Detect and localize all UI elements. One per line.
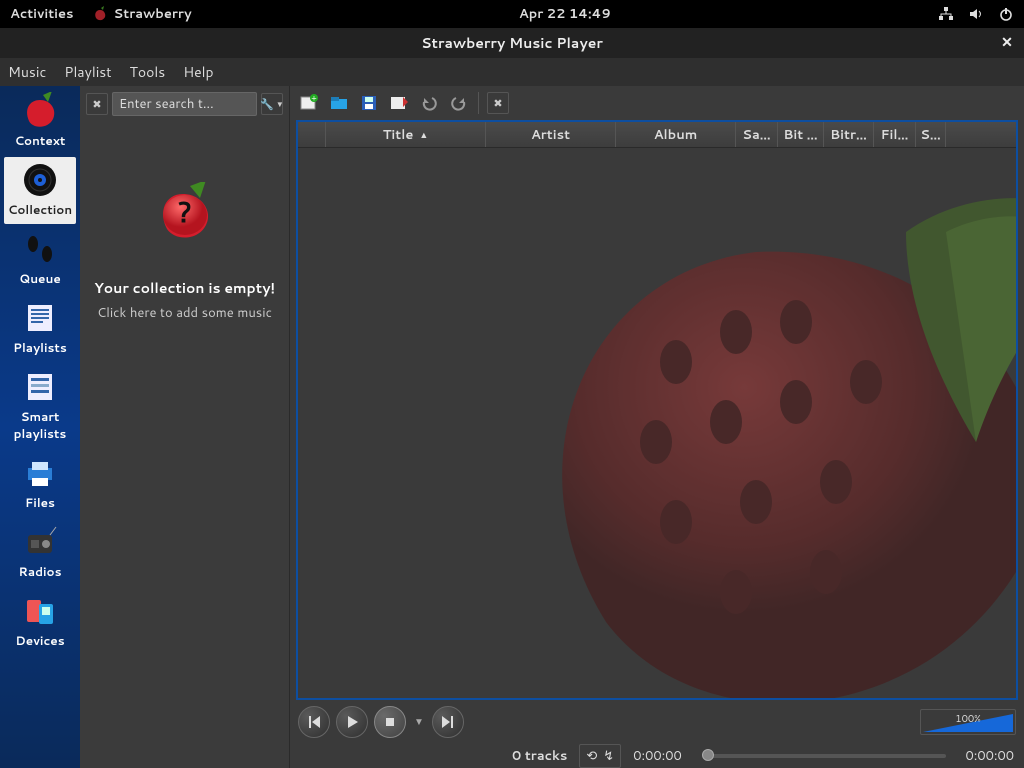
collection-panel: ✖ 🔧 ▼ ? Your collection is empty! Click … xyxy=(80,86,290,768)
close-icon[interactable]: ✕ xyxy=(998,33,1016,51)
chevron-down-icon: ▼ xyxy=(276,98,284,110)
sidebar-item-collection[interactable]: Collection xyxy=(4,157,76,224)
column-headers: Title ▲ Artist Album Sa… Bit … Bitr… Fil…… xyxy=(298,122,1016,148)
col-file[interactable]: Fil… xyxy=(874,122,916,147)
repeat-icon[interactable]: ⟲ xyxy=(586,747,597,765)
shuffle-icon[interactable]: ↯ xyxy=(603,747,614,765)
playlist-area: Title ▲ Artist Album Sa… Bit … Bitr… Fil…… xyxy=(296,120,1018,700)
current-app[interactable]: Strawberry xyxy=(92,5,192,23)
strawberry-watermark xyxy=(476,162,1018,700)
sidebar-item-label: Files xyxy=(25,494,55,511)
clear-playlist-button[interactable] xyxy=(388,93,410,113)
seek-handle[interactable] xyxy=(702,749,714,761)
radio-icon xyxy=(18,523,62,561)
empty-hint: Click here to add some music xyxy=(88,304,281,322)
close-tab-button[interactable]: ✖ xyxy=(487,92,509,114)
col-blank[interactable] xyxy=(298,122,326,147)
col-title-label: Title xyxy=(383,126,414,144)
clear-search-button[interactable]: ✖ xyxy=(86,93,108,115)
stop-button[interactable] xyxy=(374,706,406,738)
svg-text:?: ? xyxy=(177,192,191,232)
vinyl-icon xyxy=(18,161,62,199)
elapsed-time: 0:00:00 xyxy=(633,747,682,765)
main-content: + ✖ Title ▲ Artist Album Sa… Bit … Bitr… … xyxy=(290,86,1024,768)
undo-button[interactable] xyxy=(418,93,440,113)
volume-label: 100% xyxy=(955,712,981,726)
sidebar-item-label: Playlists xyxy=(13,339,67,356)
sidebar-item-label: Context xyxy=(15,132,66,149)
strawberry-question-icon: ? xyxy=(150,182,220,242)
current-app-label: Strawberry xyxy=(114,5,192,23)
playlist-toolbar: + ✖ xyxy=(290,86,1024,120)
new-playlist-button[interactable]: + xyxy=(298,93,320,113)
menu-help[interactable]: Help xyxy=(183,62,213,82)
sidebar-item-label: Smart playlists xyxy=(14,408,67,442)
sort-asc-icon: ▲ xyxy=(419,128,428,141)
sidebar-item-devices[interactable]: Devices xyxy=(4,588,76,655)
menu-music[interactable]: Music xyxy=(8,62,46,82)
col-bitd[interactable]: Bit … xyxy=(778,122,824,147)
toolbar-separator xyxy=(478,92,479,114)
transport-bar: ▼ 100% xyxy=(290,700,1024,744)
sidebar-item-context[interactable]: Context xyxy=(4,88,76,155)
gnome-topbar: Activities Strawberry Apr 22 14:49 xyxy=(0,0,1024,28)
sidebar: Context Collection Queue Playlists Smart… xyxy=(0,86,80,768)
volume-control[interactable]: 100% xyxy=(920,709,1016,735)
save-playlist-button[interactable] xyxy=(358,93,380,113)
open-playlist-button[interactable] xyxy=(328,93,350,113)
sidebar-item-queue[interactable]: Queue xyxy=(4,226,76,293)
printer-icon xyxy=(18,454,62,492)
sidebar-item-label: Collection xyxy=(8,201,72,218)
network-icon[interactable] xyxy=(938,6,954,22)
stop-dropdown[interactable]: ▼ xyxy=(412,706,426,738)
devices-icon xyxy=(18,592,62,630)
menu-playlist[interactable]: Playlist xyxy=(64,62,111,82)
menu-tools[interactable]: Tools xyxy=(130,62,166,82)
footsteps-icon xyxy=(18,230,62,268)
strawberry-icon xyxy=(18,92,62,130)
volume-icon[interactable] xyxy=(968,6,984,22)
track-count: 0 tracks xyxy=(512,747,567,765)
sidebar-item-playlists[interactable]: Playlists xyxy=(4,295,76,362)
redo-button[interactable] xyxy=(448,93,470,113)
col-title[interactable]: Title ▲ xyxy=(326,122,486,147)
status-line: 0 tracks ⟲ ↯ 0:00:00 0:00:00 xyxy=(290,744,1024,768)
seek-bar[interactable] xyxy=(702,754,946,758)
sidebar-item-files[interactable]: Files xyxy=(4,450,76,517)
col-artist[interactable]: Artist xyxy=(486,122,616,147)
sidebar-item-label: Queue xyxy=(19,270,61,287)
sidebar-item-smart-playlists[interactable]: Smart playlists xyxy=(4,364,76,448)
sidebar-item-radios[interactable]: Radios xyxy=(4,519,76,586)
empty-collection[interactable]: ? Your collection is empty! Click here t… xyxy=(80,122,289,322)
svg-text:+: + xyxy=(311,94,316,104)
playlist-doc-icon xyxy=(18,299,62,337)
activities-button[interactable]: Activities xyxy=(10,5,74,23)
clock[interactable]: Apr 22 14:49 xyxy=(192,5,938,23)
wrench-icon: 🔧 xyxy=(260,96,274,112)
empty-title: Your collection is empty! xyxy=(88,278,281,298)
previous-button[interactable] xyxy=(298,706,330,738)
window-titlebar: Strawberry Music Player ✕ xyxy=(0,28,1024,58)
search-input[interactable] xyxy=(112,92,257,116)
menubar: Music Playlist Tools Help xyxy=(0,58,1024,86)
col-album[interactable]: Album xyxy=(616,122,736,147)
strawberry-app-icon xyxy=(92,6,108,22)
col-bitrate[interactable]: Bitr… xyxy=(824,122,874,147)
power-icon[interactable] xyxy=(998,6,1014,22)
smart-playlist-icon xyxy=(18,368,62,406)
window-title: Strawberry Music Player xyxy=(421,33,603,53)
col-s[interactable]: S… xyxy=(916,122,946,147)
total-time: 0:00:00 xyxy=(966,747,1015,765)
sidebar-item-label: Radios xyxy=(18,563,61,580)
col-sample[interactable]: Sa… xyxy=(736,122,778,147)
sidebar-item-label: Devices xyxy=(15,632,64,649)
play-button[interactable] xyxy=(336,706,368,738)
next-button[interactable] xyxy=(432,706,464,738)
search-options-button[interactable]: 🔧 ▼ xyxy=(261,93,283,115)
